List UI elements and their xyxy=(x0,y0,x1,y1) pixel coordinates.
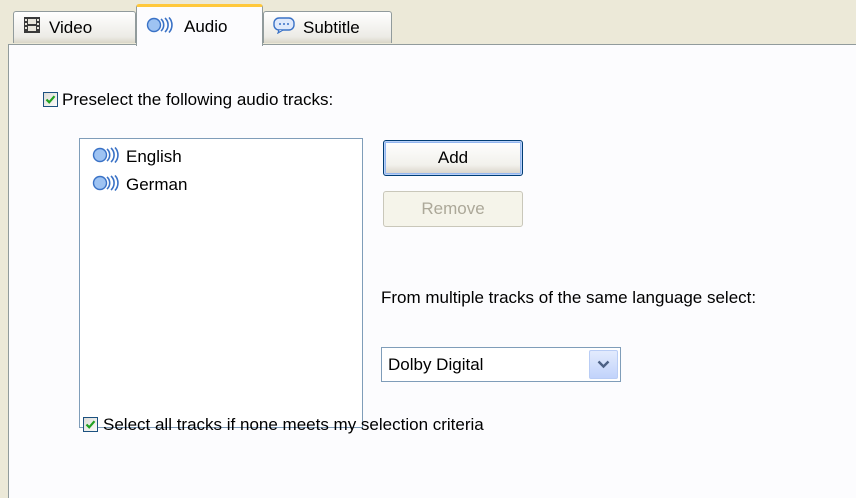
select-all-checkbox[interactable] xyxy=(83,417,98,432)
subtitle-icon xyxy=(273,16,295,39)
audio-icon xyxy=(146,16,176,38)
select-all-label[interactable]: Select all tracks if none meets my selec… xyxy=(103,415,484,435)
list-item[interactable]: English xyxy=(92,145,182,169)
audio-icon xyxy=(92,146,122,168)
checkmark-icon xyxy=(85,420,96,429)
preferences-window: Video Audio Subtitle Preselect the follo… xyxy=(0,0,856,498)
tab-strip: Video Audio Subtitle xyxy=(0,0,856,46)
preselect-checkbox[interactable] xyxy=(43,92,58,107)
format-select[interactable]: Dolby Digital xyxy=(381,347,621,382)
audio-track-list[interactable]: English German xyxy=(79,138,363,428)
audio-panel: Preselect the following audio tracks: En… xyxy=(8,44,856,498)
tab-subtitle[interactable]: Subtitle xyxy=(263,11,392,43)
list-item[interactable]: German xyxy=(92,173,187,197)
remove-button[interactable]: Remove xyxy=(383,191,523,227)
tab-audio[interactable]: Audio xyxy=(136,4,263,46)
add-button[interactable]: Add xyxy=(383,140,523,176)
preselect-label[interactable]: Preselect the following audio tracks: xyxy=(62,90,333,110)
audio-icon xyxy=(92,174,122,196)
dropdown-button[interactable] xyxy=(589,350,618,379)
tab-subtitle-label: Subtitle xyxy=(303,17,360,37)
format-select-value: Dolby Digital xyxy=(388,355,484,374)
multiple-tracks-caption: From multiple tracks of the same languag… xyxy=(381,288,757,307)
list-item-label: English xyxy=(126,147,182,166)
film-icon xyxy=(23,16,41,39)
chevron-down-icon xyxy=(597,360,610,369)
tab-video[interactable]: Video xyxy=(13,11,136,43)
list-item-label: German xyxy=(126,175,188,194)
tab-video-label: Video xyxy=(49,17,93,37)
checkmark-icon xyxy=(45,95,56,104)
tab-audio-label: Audio xyxy=(184,17,228,36)
